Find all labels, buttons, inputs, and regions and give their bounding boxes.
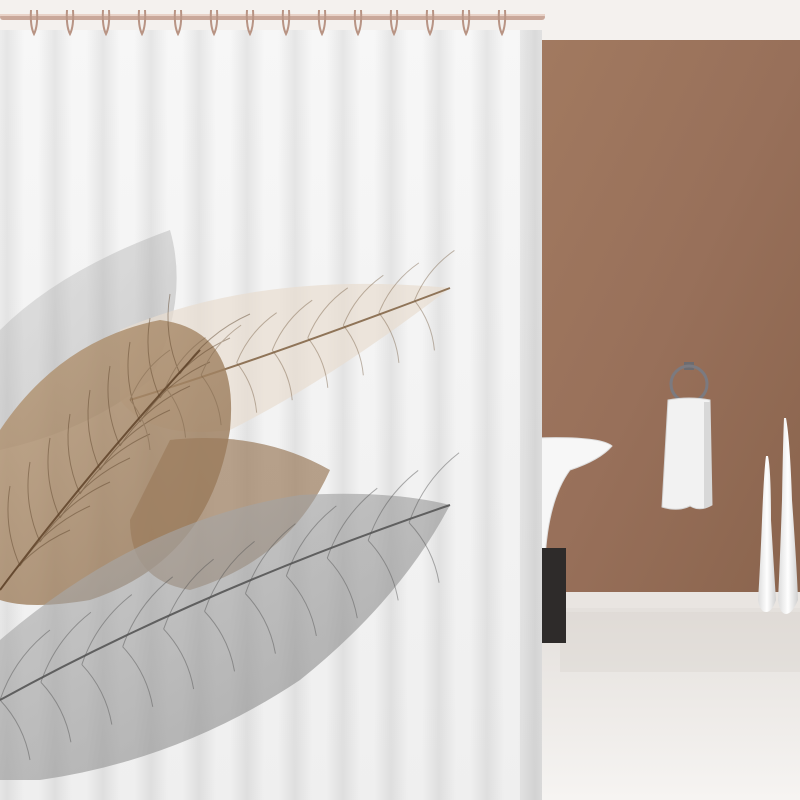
bathroom-scene	[0, 0, 800, 800]
shower-curtain	[0, 30, 542, 800]
floor-reflection	[560, 612, 800, 672]
wall	[530, 40, 800, 600]
curtain-fold	[374, 30, 408, 800]
curtain-fold	[422, 30, 456, 800]
curtain-fold	[470, 30, 504, 800]
scene-illustration	[0, 0, 800, 800]
curtain-fold	[326, 30, 360, 800]
